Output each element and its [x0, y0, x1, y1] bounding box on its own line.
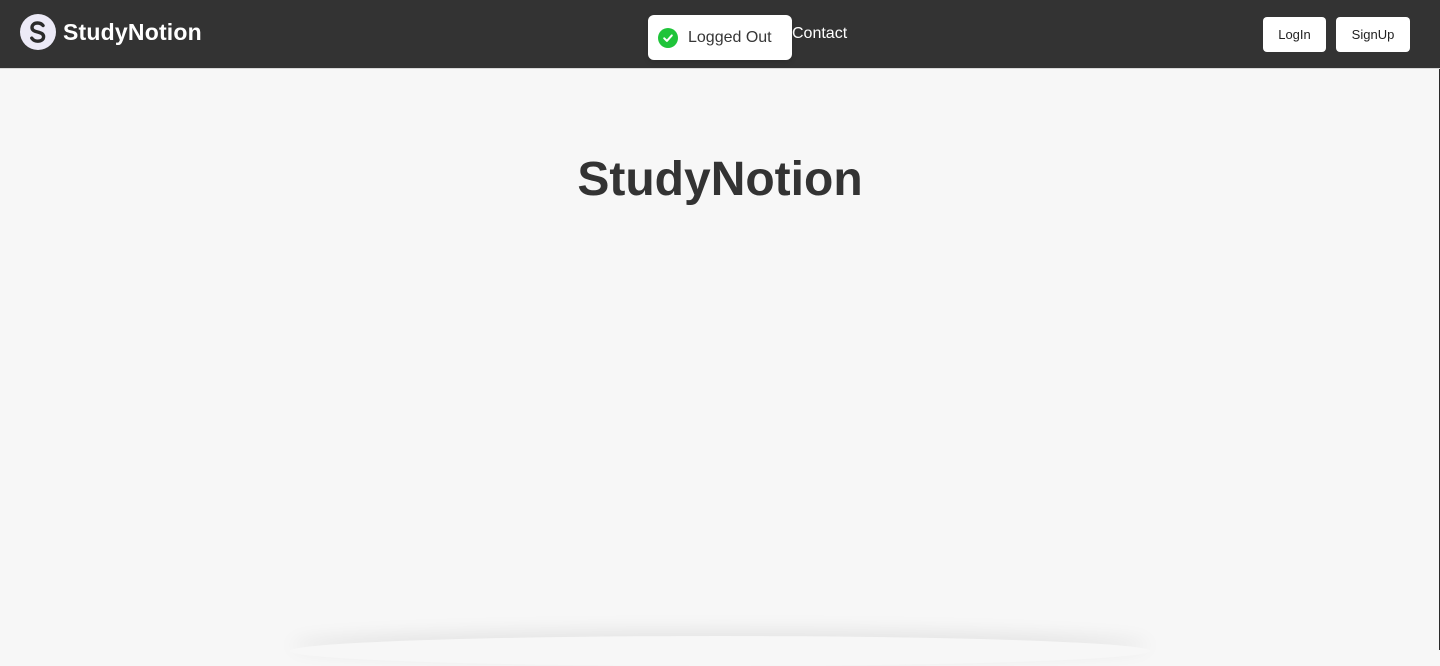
brand-name: StudyNotion	[63, 18, 202, 45]
logo-s-icon	[20, 14, 56, 50]
brand-home-link[interactable]: StudyNotion	[20, 14, 202, 50]
bottom-card-shadow	[290, 636, 1150, 666]
nav-link-contact[interactable]: Contact	[792, 25, 847, 43]
toast-message: Logged Out	[688, 28, 772, 46]
page-title: StudyNotion	[577, 153, 863, 206]
check-circle-icon	[658, 27, 678, 48]
toast-notification: Logged Out	[648, 15, 792, 60]
login-button[interactable]: LogIn	[1263, 17, 1326, 52]
signup-button[interactable]: SignUp	[1336, 17, 1410, 52]
